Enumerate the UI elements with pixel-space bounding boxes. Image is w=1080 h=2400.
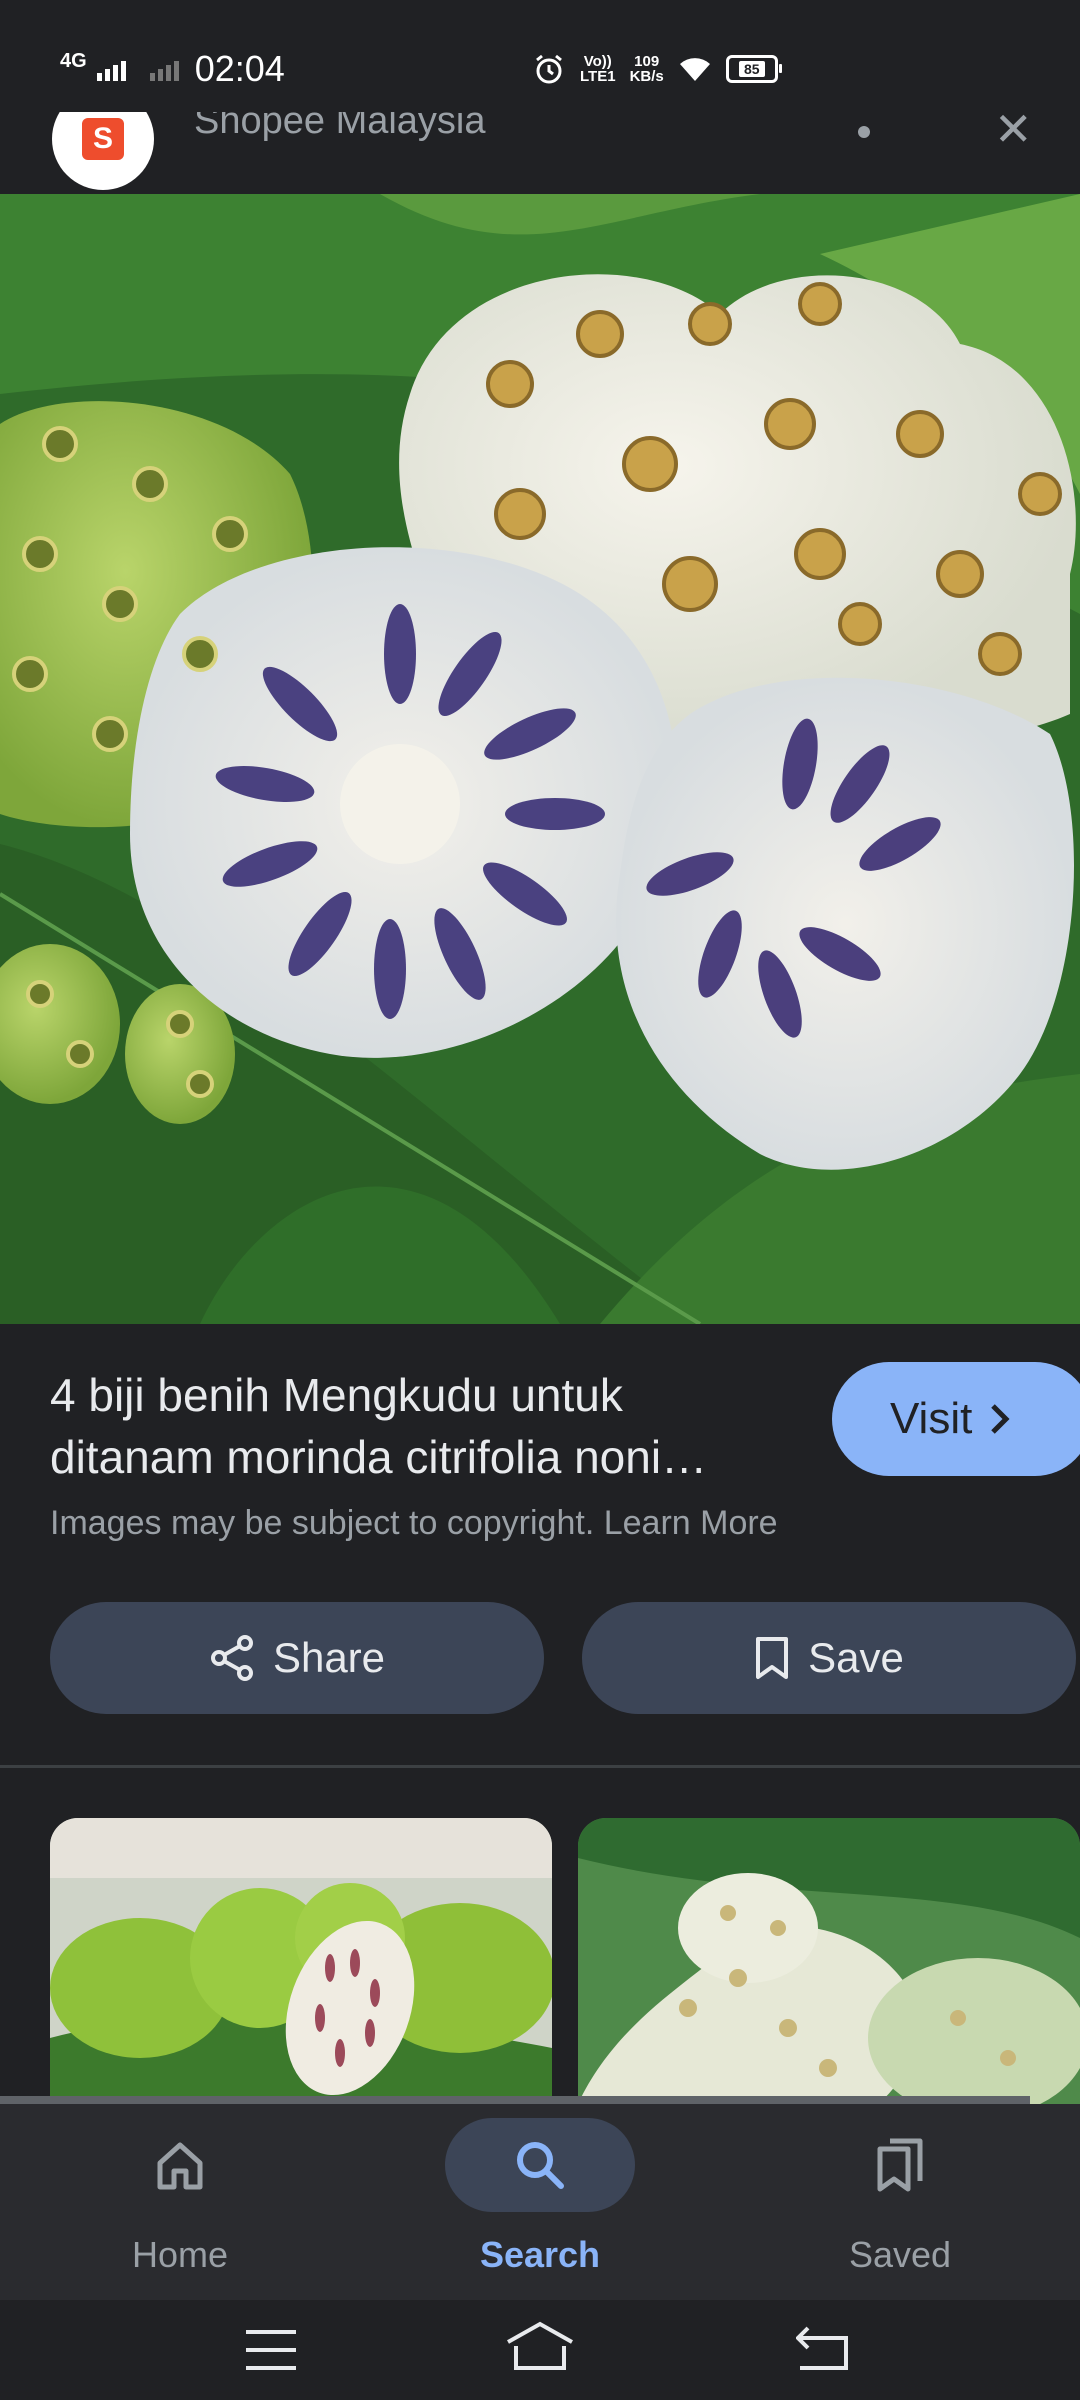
site-header: S Shopee Malaysia ✕ [0,112,1080,194]
back-icon[interactable] [796,2324,852,2372]
site-name[interactable]: Shopee Malaysia [194,112,486,143]
menu-icon[interactable] [244,2328,298,2372]
nav-search[interactable]: Search [420,2104,660,2300]
status-left: 4G 02:04 [60,48,285,90]
related-thumbnail-1 [50,1818,552,2104]
home-icon [157,2142,203,2190]
related-thumbnail-2 [578,1818,1080,2104]
nav-home[interactable]: Home [60,2104,300,2300]
scroll-indicator [0,2096,1030,2104]
nav-saved[interactable]: Saved [780,2104,1020,2300]
network-speed: 109 KB/s [629,53,664,85]
related-image-1[interactable] [50,1818,552,2104]
signal-sim2-icon [149,57,179,81]
save-button[interactable]: Save [582,1602,1076,1714]
more-options-icon[interactable] [858,126,870,138]
saved-icon [877,2138,923,2192]
noni-fruit-image [0,194,1080,1324]
chevron-right-icon [991,1404,1010,1434]
network-type: 4G [60,49,87,72]
shopee-logo: S [52,112,154,190]
battery-level: 85 [738,61,765,77]
home-system-icon[interactable] [504,2320,576,2372]
battery-icon: 85 [725,55,782,83]
visit-button[interactable]: Visit [832,1362,1080,1476]
share-button[interactable]: Share [50,1602,544,1714]
volte-indicator: Vo)) LTE1 [580,53,616,85]
nav-saved-pill [805,2118,995,2212]
bookmark-icon [756,1637,789,1679]
status-icons: Vo)) LTE1 109 KB/s 85 [532,52,782,86]
close-icon[interactable]: ✕ [994,112,1033,152]
related-image-2[interactable] [578,1818,1080,2104]
alarm-icon [536,54,562,84]
search-icon [517,2142,564,2189]
system-navigation [0,2300,1080,2400]
result-title[interactable]: 4 biji benih Mengkudu untuk ditanam mori… [50,1364,820,1488]
nav-search-pill [445,2118,635,2212]
clock: 02:04 [194,48,285,89]
divider [0,1765,1080,1768]
signal-icon [96,57,126,81]
nav-home-pill [85,2118,275,2212]
preview-image[interactable] [0,194,1080,1324]
copyright-notice[interactable]: Images may be subject to copyright. Lear… [50,1504,778,1543]
status-bar: 4G 02:04 Vo)) LTE1 109 KB/s 85 [0,0,1080,112]
wifi-icon [679,58,710,81]
share-icon [210,1635,253,1681]
bottom-navigation: Home Search Saved [0,2104,1080,2300]
